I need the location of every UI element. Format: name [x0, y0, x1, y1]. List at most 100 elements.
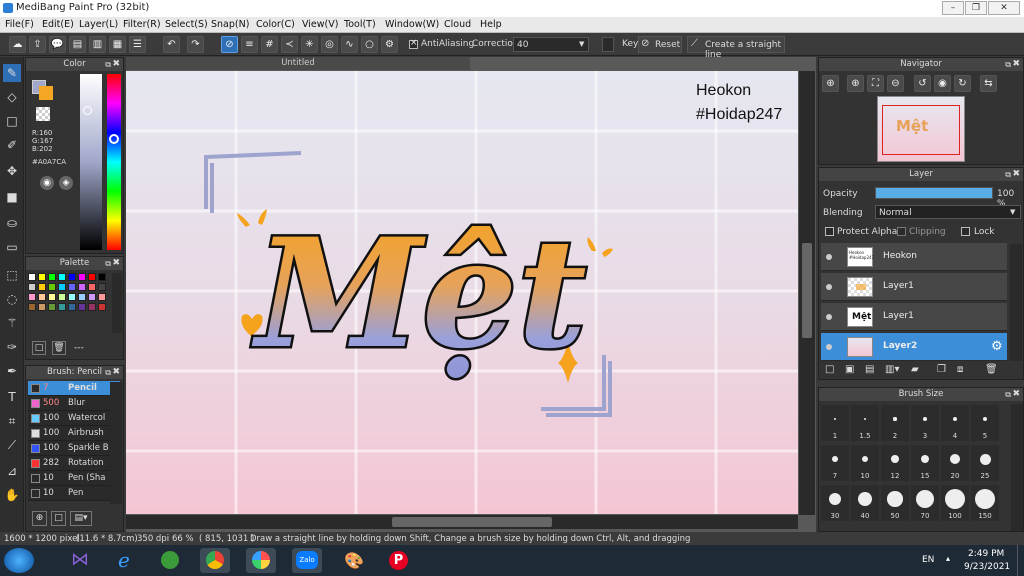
tray-expand-icon[interactable]: ▴ [946, 554, 950, 563]
correction-slider[interactable] [602, 37, 614, 52]
hue-picker-handle[interactable] [109, 134, 119, 144]
show-desktop-button[interactable] [1017, 545, 1024, 576]
medibang-icon[interactable] [246, 548, 276, 573]
brush-size-cell[interactable]: 1 [821, 405, 849, 441]
protect-alpha-checkbox[interactable] [825, 227, 834, 236]
layer-list-scrollbar[interactable] [1010, 244, 1022, 361]
comment-icon[interactable]: 💬 [49, 36, 66, 53]
fill-shape-tool-icon[interactable]: ■ [3, 188, 21, 206]
popout-icon[interactable]: ⧉ [1005, 58, 1011, 71]
palette-swatch[interactable] [68, 283, 76, 291]
palette-scrollbar[interactable] [112, 273, 122, 333]
snap-settings-gear-icon[interactable]: ⚙ [381, 36, 398, 53]
brush-tool-icon[interactable]: ✎ [3, 64, 21, 82]
palette-swatch[interactable] [28, 283, 36, 291]
add-palette-icon[interactable]: □ [32, 341, 46, 355]
coccoc-browser-icon[interactable] [155, 548, 185, 573]
canvas-tab[interactable]: Untitled [126, 57, 470, 70]
v-scroll-thumb[interactable] [802, 243, 812, 338]
palette-swatch[interactable] [48, 293, 56, 301]
add-brush-icon[interactable]: ⊕ [32, 511, 47, 526]
paint-icon[interactable]: 🎨 [338, 548, 368, 573]
brush-size-cell[interactable]: 15 [911, 445, 939, 481]
flip-icon[interactable]: ⇆ [980, 75, 997, 92]
palette-swatch[interactable] [78, 303, 86, 311]
merge-layer-icon[interactable]: ⧈ [957, 364, 963, 375]
palette-swatch[interactable] [78, 293, 86, 301]
brush-row[interactable]: 282 Rotation [28, 456, 120, 471]
rotate-right-icon[interactable]: ↻ [954, 75, 971, 92]
clipping-checkbox[interactable] [897, 227, 906, 236]
eraser-tool-icon[interactable]: ◇ [3, 88, 21, 106]
popout-icon[interactable]: ⧉ [1005, 168, 1011, 181]
duplicate-layer-icon[interactable]: ❐ [937, 364, 946, 375]
material-icon[interactable]: ▦ [109, 36, 126, 53]
save-icon[interactable]: ▥ [89, 36, 106, 53]
zoom-in-alt-icon[interactable]: ⊕ [847, 75, 864, 92]
visibility-eye-icon[interactable] [826, 314, 832, 320]
palette-swatch[interactable] [58, 283, 66, 291]
new-file-icon[interactable]: ▤ [69, 36, 86, 53]
language-indicator[interactable]: EN [922, 555, 934, 565]
clock-date[interactable]: 9/23/2021 [964, 562, 1010, 572]
palette-swatch[interactable] [68, 293, 76, 301]
close-icon[interactable]: ✖ [112, 58, 120, 71]
menu-view[interactable]: View(V) [302, 19, 338, 30]
cloud-icon[interactable]: ☁ [9, 36, 26, 53]
brush-size-cell[interactable]: 10 [851, 445, 879, 481]
menu-edit[interactable]: Edit(E) [42, 19, 74, 30]
palette-swatch[interactable] [28, 273, 36, 281]
circle-snap-icon[interactable]: ◎ [321, 36, 338, 53]
antialiasing-checkbox[interactable] [409, 38, 418, 49]
undo-icon[interactable]: ↶ [163, 36, 180, 53]
divide-tool-icon[interactable]: ⌗ [3, 412, 21, 430]
canvas-horizontal-scrollbar[interactable] [126, 515, 798, 529]
lock-checkbox[interactable] [961, 227, 970, 236]
palette-swatch[interactable] [68, 303, 76, 311]
visual-studio-icon[interactable]: ⋈ [64, 548, 94, 573]
brush-size-cell[interactable]: 70 [911, 485, 939, 521]
menu-color[interactable]: Color(C) [256, 19, 295, 30]
magic-wand-tool-icon[interactable]: ⚚ [3, 314, 21, 332]
brush-size-cell[interactable]: 50 [881, 485, 909, 521]
parallel-snap-icon[interactable]: ≡ [241, 36, 258, 53]
rotate-left-icon[interactable]: ↺ [914, 75, 931, 92]
palette-swatch[interactable] [58, 303, 66, 311]
navigator-thumbnail[interactable]: Mệt [877, 96, 965, 162]
close-button[interactable]: ✕ [988, 1, 1020, 15]
select-eraser-tool-icon[interactable]: ✒ [3, 362, 21, 380]
palette-swatch[interactable] [38, 293, 46, 301]
folder-icon[interactable]: ▰ [911, 364, 919, 375]
h-scroll-thumb[interactable] [392, 517, 552, 527]
rotate-reset-icon[interactable]: ◉ [934, 75, 951, 92]
trash-icon[interactable]: 🗑 [985, 364, 998, 375]
brush-size-cell[interactable]: 3 [911, 405, 939, 441]
brush-size-cell[interactable]: 2 [881, 405, 909, 441]
menu-select[interactable]: Select(S) [165, 19, 208, 30]
menu-cloud[interactable]: Cloud [444, 19, 471, 30]
palette-swatch[interactable] [98, 303, 106, 311]
menu-window[interactable]: Window(W) [385, 19, 439, 30]
hue-bar[interactable] [107, 74, 121, 250]
palette-swatch[interactable] [48, 273, 56, 281]
layer-row[interactable]: Mệt Layer1 [821, 303, 1007, 331]
palette-swatch[interactable] [88, 273, 96, 281]
brush-size-cell[interactable]: 7 [821, 445, 849, 481]
layer-row-selected[interactable]: Layer2 ⚙ [821, 333, 1007, 361]
redo-icon[interactable]: ↷ [187, 36, 204, 53]
dot-tool-icon[interactable]: □ [3, 112, 21, 130]
clock-time[interactable]: 2:49 PM [968, 549, 1004, 559]
brush-size-cell[interactable]: 150 [971, 485, 999, 521]
transparent-swatch[interactable] [36, 107, 50, 121]
palette-swatch[interactable] [48, 303, 56, 311]
brush-size-cell[interactable]: 4 [941, 405, 969, 441]
brush-size-cell[interactable]: 30 [821, 485, 849, 521]
sv-picker-handle[interactable] [83, 106, 92, 115]
gradation-tool-icon[interactable]: ▭ [3, 238, 21, 256]
brush-row[interactable]: 10 Pen (Sha [28, 471, 120, 486]
popout-icon[interactable]: ⧉ [105, 366, 111, 379]
palette-swatch[interactable] [78, 283, 86, 291]
hand-tool-icon[interactable]: ✋ [3, 486, 21, 504]
brush-row[interactable]: 10 Pen [28, 486, 120, 501]
brush-size-scrollbar[interactable] [1011, 404, 1023, 531]
